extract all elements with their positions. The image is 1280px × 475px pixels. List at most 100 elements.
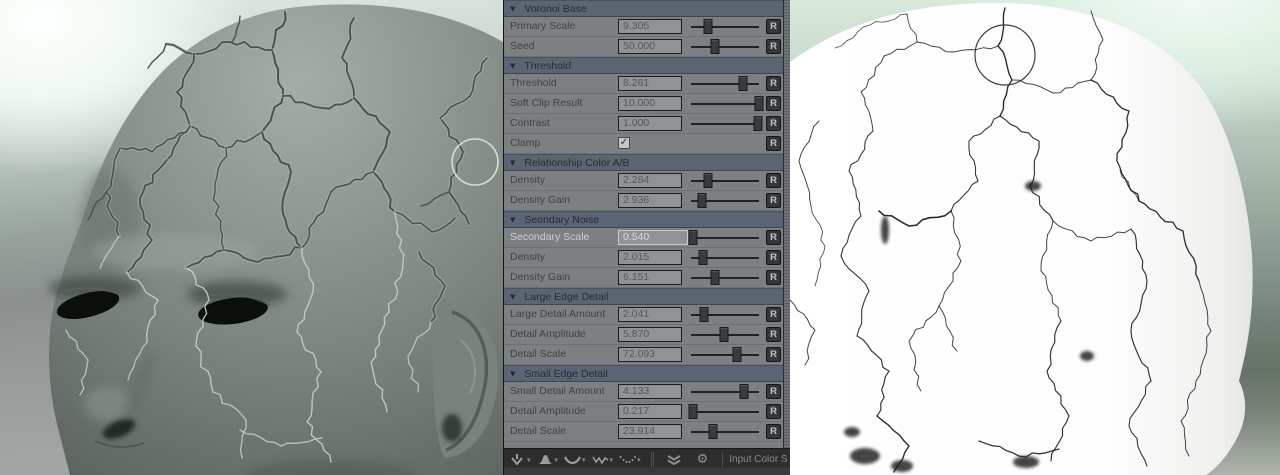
section-header-voronoi-base[interactable]: ▼Voronoi Base [504,0,783,17]
reset-button[interactable]: R [766,116,781,131]
value-input[interactable]: 23.914 [618,424,682,439]
slider-handle[interactable] [720,327,729,342]
value-input[interactable]: 50.000 [618,39,682,54]
reset-button[interactable]: R [766,347,781,362]
collapse-triangle-icon[interactable]: ▼ [510,370,515,378]
parameter-slider[interactable] [691,404,759,419]
collapse-triangle-icon[interactable]: ▼ [510,5,515,13]
slider-handle[interactable] [740,384,749,399]
parameter-slider[interactable] [691,116,759,131]
reset-button[interactable]: R [766,173,781,188]
parameter-slider[interactable] [691,384,759,399]
texture-head-render [790,0,1280,475]
slider-handle[interactable] [704,19,713,34]
value-input[interactable]: 2.284 [618,173,682,188]
reset-button[interactable]: R [766,384,781,399]
sculpt-viewport[interactable] [0,0,503,475]
clamp-checkbox[interactable]: ✓ [618,137,630,149]
reset-button[interactable]: R [766,96,781,111]
falloff-jagged-icon[interactable]: ▾ [592,452,614,467]
slider-handle[interactable] [733,347,742,362]
falloff-smooth-icon[interactable]: ▾ [564,452,586,467]
falloff-dotted-icon[interactable]: ▾ [619,452,641,467]
value-input[interactable]: 2.041 [618,307,682,322]
section-header-small-edge-detail[interactable]: ▼Small Edge Detail [504,365,783,382]
reset-button[interactable]: R [766,76,781,91]
parameter-slider[interactable] [691,327,759,342]
value-input[interactable]: 72.093 [618,347,682,362]
gear-icon[interactable]: ⚙ [697,452,709,467]
value-input[interactable]: 8.261 [618,76,682,91]
parameter-slider[interactable] [691,173,759,188]
texture-map-viewport[interactable] [790,0,1280,475]
parameter-label: Secondary Scale [510,231,589,243]
parameter-slider[interactable] [691,39,759,54]
reset-button[interactable]: R [766,230,781,245]
slider-track [691,431,759,433]
parameter-slider[interactable] [691,19,759,34]
dropdown-caret-icon[interactable]: ▾ [582,456,586,464]
reset-button[interactable]: R [766,404,781,419]
slider-handle[interactable] [689,404,698,419]
section-header-seondary-noise[interactable]: ▼Seondary Noise [504,211,783,228]
slider-handle[interactable] [689,230,698,245]
value-input[interactable]: 0.540 [618,230,688,245]
value-input[interactable]: 2.015 [618,250,682,265]
dropdown-caret-icon[interactable]: ▾ [610,456,614,464]
parameter-slider[interactable] [691,76,759,91]
section-header-threshold[interactable]: ▼Threshold [504,57,783,74]
stamp-layers-icon[interactable] [665,452,683,467]
value-input[interactable]: 10.000 [618,96,682,111]
parameter-slider[interactable] [691,347,759,362]
slider-handle[interactable] [708,424,717,439]
parameter-slider[interactable] [691,230,759,245]
toolbar-separator [651,452,652,467]
slider-handle[interactable] [699,307,708,322]
section-header-large-edge-detail[interactable]: ▼Large Edge Detail [504,288,783,305]
panel-scrollbar[interactable] [783,0,790,448]
parameter-slider[interactable] [691,307,759,322]
value-input[interactable]: 1.000 [618,116,682,131]
reset-button[interactable]: R [766,327,781,342]
dropdown-caret-icon[interactable]: ▾ [527,456,531,464]
value-input[interactable]: 0.217 [618,404,682,419]
dropdown-caret-icon[interactable]: ▾ [555,456,559,464]
reset-button[interactable]: R [766,193,781,208]
slider-handle[interactable] [710,39,719,54]
collapse-triangle-icon[interactable]: ▼ [510,293,515,301]
parameter-slider[interactable] [691,96,759,111]
row-density-gain: Density Gain2.936R [504,191,783,211]
value-input[interactable]: 6.151 [618,270,682,285]
value-input[interactable]: 5.870 [618,327,682,342]
reset-button[interactable]: R [766,39,781,54]
reset-button[interactable]: R [766,270,781,285]
slider-handle[interactable] [753,116,762,131]
slider-handle[interactable] [704,173,713,188]
parameter-slider[interactable] [691,250,759,265]
slider-handle[interactable] [697,193,706,208]
collapse-triangle-icon[interactable]: ▼ [510,159,515,167]
collapse-triangle-icon[interactable]: ▼ [510,62,515,70]
value-input[interactable]: 2.936 [618,193,682,208]
slider-handle[interactable] [738,76,747,91]
reset-button[interactable]: R [766,307,781,322]
parameter-slider[interactable] [691,193,759,208]
reset-button[interactable]: R [766,136,781,151]
value-input[interactable]: 4.133 [618,384,682,399]
reset-button[interactable]: R [766,19,781,34]
falloff-arrow-icon[interactable]: ▾ [509,452,531,467]
parameter-slider[interactable] [691,270,759,285]
parameter-slider[interactable] [691,424,759,439]
section-header-relationship-color-a-b[interactable]: ▼Relationship Color A/B [504,154,783,171]
slider-handle[interactable] [755,96,764,111]
parameter-label: Density Gain [510,271,570,283]
reset-button[interactable]: R [766,424,781,439]
value-input[interactable]: 9.305 [618,19,682,34]
falloff-bell-icon[interactable]: ▾ [537,452,559,467]
slider-handle[interactable] [710,270,719,285]
collapse-triangle-icon[interactable]: ▼ [510,216,515,224]
dropdown-caret-icon[interactable]: ▾ [637,456,641,464]
reset-button[interactable]: R [766,250,781,265]
slider-handle[interactable] [699,250,708,265]
parameter-label: Small Detail Amount [510,385,605,397]
